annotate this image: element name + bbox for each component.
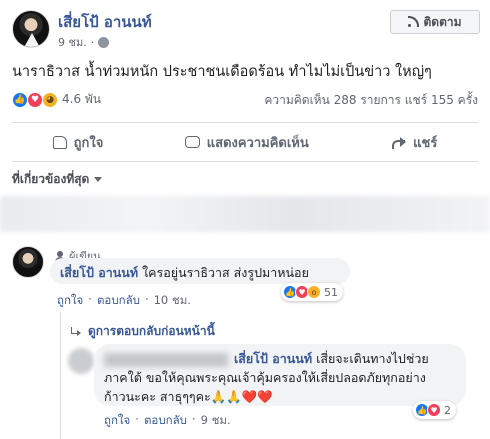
wow-icon: o [307, 285, 321, 299]
comment-sort-dropdown[interactable]: ที่เกี่ยวข้องที่สุด [12, 170, 103, 189]
comment-actions: ถูกใจ · ตอบกลับ · 10 ชม. [57, 292, 191, 310]
commenter-avatar[interactable] [12, 246, 44, 278]
comment-like-link[interactable]: ถูกใจ [57, 292, 83, 310]
post-text: นาราธิวาส น้ำท่วมหนัก ประชาชนเดือดร้อน ท… [12, 64, 432, 80]
post-actions: ถูกใจ แสดงความคิดเห็น แชร์ [12, 125, 478, 159]
share-label: แชร์ [413, 135, 438, 151]
comment-label: แสดงความคิดเห็น [206, 135, 309, 151]
post-time[interactable]: 9 ชม. [58, 33, 87, 51]
comment-button[interactable]: แสดงความคิดเห็น [184, 132, 309, 153]
comment-reactions[interactable]: 👍 ♥ o 51 [281, 283, 343, 301]
post-author-name[interactable]: เสี่ยโป้ อานนท์ [58, 10, 152, 34]
post-reactions[interactable]: 👍 ♥ ◕ 4.6 พัน [12, 90, 101, 109]
post-meta: 9 ชม. · [58, 33, 110, 51]
author-avatar[interactable] [12, 10, 50, 48]
view-previous-replies[interactable]: ดูการตอบกลับก่อนหน้านี้ [70, 322, 215, 341]
reaction-count: 4.6 พัน [62, 92, 102, 106]
divider [12, 161, 478, 162]
reply-actions: ถูกใจ · ตอบกลับ · 9 ชม. [104, 412, 231, 430]
like-button[interactable]: ถูกใจ [52, 132, 104, 153]
caret-down-icon [94, 177, 103, 182]
share-icon [390, 135, 407, 149]
comment-time[interactable]: 10 ชม. [154, 292, 191, 310]
sort-label: ที่เกี่ยวข้องที่สุด [12, 172, 90, 186]
rss-icon [408, 16, 420, 27]
reply-time[interactable]: 9 ชม. [201, 412, 231, 430]
divider [12, 122, 478, 123]
follow-label: ติดตาม [423, 14, 462, 29]
love-icon: ♥ [27, 91, 43, 108]
blurred-reply-author [104, 352, 228, 367]
reply-bubble: เสี่ยโป้ อานนท์ เสี่ยจะเดินทางไปช่วย ภาค… [94, 344, 466, 406]
follow-button[interactable]: ติดตาม [390, 10, 480, 34]
share-button[interactable]: แชร์ [390, 132, 437, 153]
reply-thread-line [60, 312, 61, 439]
love-icon: ♥ [427, 403, 441, 417]
comment-reply-link[interactable]: ตอบกลับ [97, 292, 140, 310]
reply-text-line2: ภาคใต้ ขอให้คุณพระคุณเจ้าคุ้มครองให้เสี่… [104, 370, 426, 385]
reply-like-link[interactable]: ถูกใจ [104, 412, 130, 430]
reply-reactions[interactable]: 👍 ♥ 2 [413, 401, 456, 419]
comment-reaction-count: 51 [324, 285, 338, 299]
sad-icon: ◕ [42, 91, 58, 108]
blurred-comment [0, 196, 490, 232]
reply-mention[interactable]: เสี่ยโป้ อานนท์ [234, 351, 312, 366]
reply-reaction-count: 2 [444, 403, 451, 417]
comment-icon [184, 136, 200, 148]
comment-author-name[interactable]: เสี่ยโป้ อานนท์ [60, 265, 138, 280]
reply-arrow-icon [70, 326, 82, 337]
thumbs-up-icon [52, 135, 67, 149]
reply-emojis: 🙏🙏❤️❤️ [210, 389, 273, 404]
view-previous-replies-label: ดูการตอบกลับก่อนหน้านี้ [88, 324, 215, 338]
reply-avatar[interactable] [68, 348, 94, 374]
reply-text-line1: เสี่ยจะเดินทางไปช่วย [316, 351, 429, 366]
reply-reply-link[interactable]: ตอบกลับ [144, 412, 187, 430]
like-label: ถูกใจ [73, 135, 104, 151]
comment-text: ใครอยู่นราธิวาส ส่งรูปมาหน่อย [142, 265, 309, 280]
globe-icon [98, 36, 110, 48]
reply-text-line3: ก้าวนะคะ สาธุๆๆคะ [104, 389, 211, 404]
like-icon: 👍 [12, 91, 28, 108]
post-stats[interactable]: ความคิดเห็น 288 รายการ แชร์ 155 ครั้ง [264, 91, 478, 110]
comment-bubble: เสี่ยโป้ อานนท์ ใครอยู่นราธิวาส ส่งรูปมา… [50, 258, 350, 284]
